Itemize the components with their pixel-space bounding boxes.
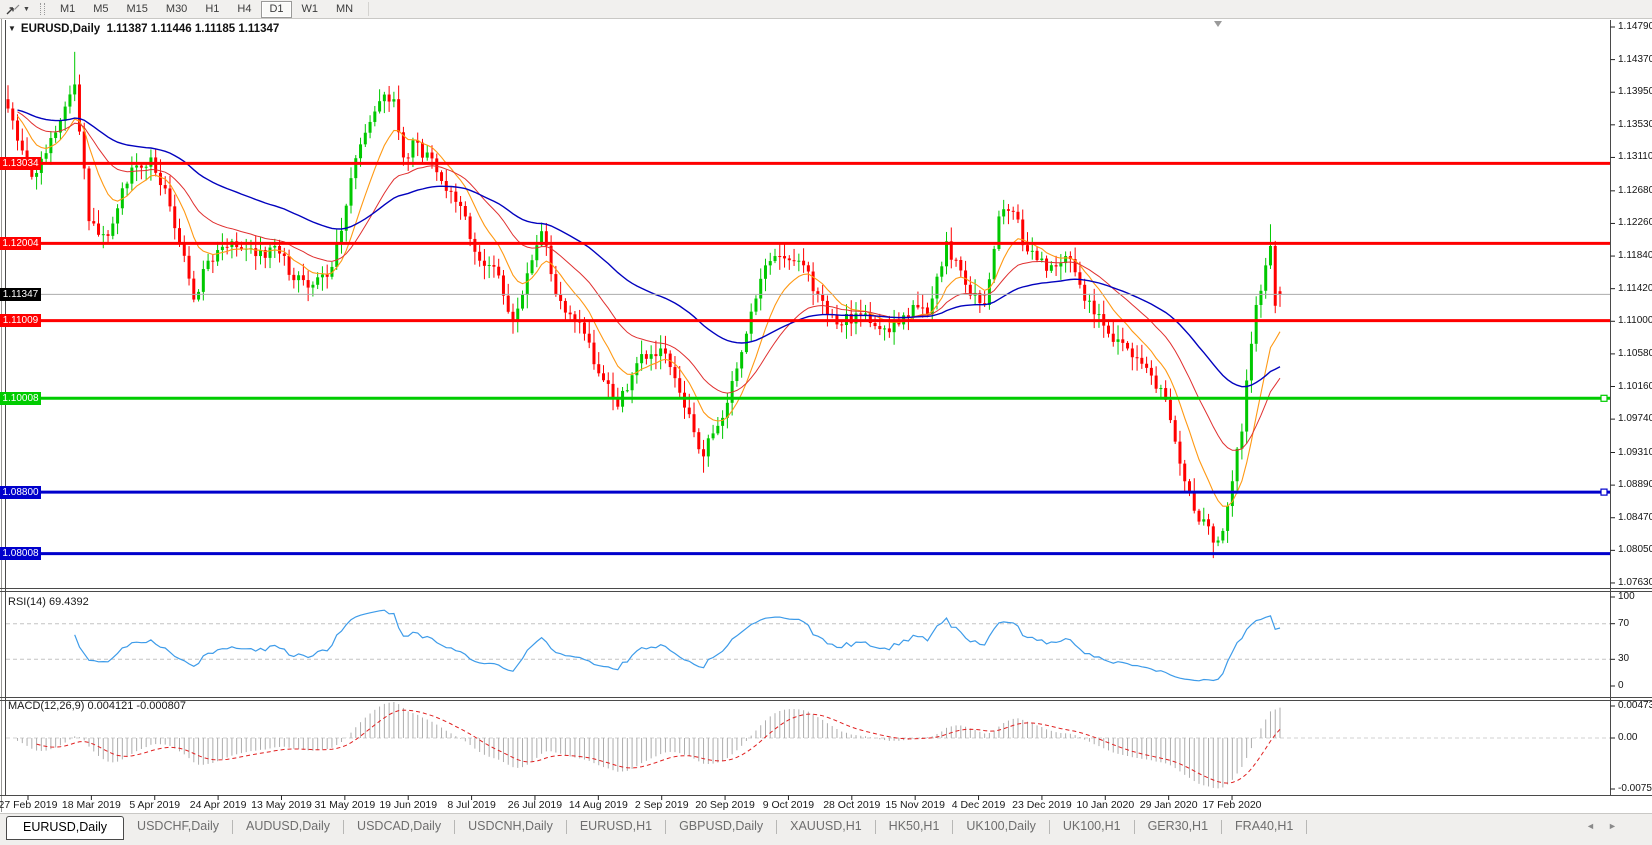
ma-line-1 — [17, 115, 1281, 507]
timeframe-button-mn[interactable]: MN — [328, 1, 361, 18]
tab-scroll-left-icon[interactable]: ◄ — [1586, 821, 1595, 831]
tab-uk100-h1[interactable]: UK100,H1 — [1050, 816, 1134, 837]
trading-terminal-window: { "toolbar": { "dropdown_icon": "▼", "ti… — [0, 0, 1652, 845]
timeframe-button-h4[interactable]: H4 — [229, 1, 259, 18]
horizontal-level-lines[interactable] — [6, 161, 1610, 556]
chart-shift[interactable] — [1214, 21, 1222, 27]
tab-xauusd-h1[interactable]: XAUUSD,H1 — [777, 816, 875, 837]
pane-borders — [0, 18, 1652, 812]
chart-shift-marker[interactable] — [1214, 21, 1222, 27]
candlesticks — [6, 51, 1282, 559]
tab-fra40-h1[interactable]: FRA40,H1 — [1222, 816, 1306, 837]
tab-hk50-h1[interactable]: HK50,H1 — [876, 816, 953, 837]
tab-uk100-daily[interactable]: UK100,Daily — [953, 816, 1048, 837]
tab-audusd-daily[interactable]: AUDUSD,Daily — [233, 816, 343, 837]
tabs-holder: EURUSD,Daily USDCHF,Daily AUDUSD,Daily USDC… — [0, 814, 1308, 840]
y-axis-ticks — [1610, 26, 1615, 790]
timeframe-button-m30[interactable]: M30 — [158, 1, 195, 18]
hline-handle[interactable] — [1600, 488, 1608, 496]
toolbar-grip[interactable] — [39, 3, 45, 15]
tab-gbpusd-daily[interactable]: GBPUSD,Daily — [666, 816, 776, 837]
timeframe-button-h1[interactable]: H1 — [197, 1, 227, 18]
x-axis-ticks — [27, 795, 1233, 800]
timeframe-button-w1[interactable]: W1 — [294, 1, 327, 18]
ma-line-3 — [17, 109, 1281, 388]
timeframe-button-m15[interactable]: M15 — [119, 1, 156, 18]
chart-canvas — [0, 18, 1652, 812]
tab-usdcnh-daily[interactable]: USDCNH,Daily — [455, 816, 566, 837]
tab-separator — [1306, 820, 1308, 834]
macd-signal-line — [36, 709, 1281, 784]
rsi-line — [74, 609, 1281, 682]
tab-scroll-right-icon[interactable]: ► — [1608, 821, 1617, 831]
tab-usdchf-daily[interactable]: USDCHF,Daily — [124, 816, 232, 837]
chevron-down-icon[interactable]: ▼ — [23, 6, 30, 13]
tab-eurusd-h1[interactable]: EURUSD,H1 — [567, 816, 665, 837]
timeframe-button-d1[interactable]: D1 — [261, 0, 292, 18]
tab-ger30-h1[interactable]: GER30,H1 — [1135, 816, 1221, 837]
timeframe-toolbar: ▼ M1 M5 M15 M30 H1 H4 D1 W1 MN — [0, 0, 1652, 19]
tab-usdcad-daily[interactable]: USDCAD,Daily — [344, 816, 454, 837]
hline-handle[interactable] — [1600, 394, 1608, 402]
timeframe-buttons: M1 M5 M15 M30 H1 H4 D1 W1 MN — [51, 0, 362, 18]
timeframe-button-m1[interactable]: M1 — [52, 1, 83, 18]
tab-eurusd-daily[interactable]: EURUSD,Daily — [6, 816, 125, 840]
timeframe-button-m5[interactable]: M5 — [85, 1, 116, 18]
symbol-tab-bar: EURUSD,Daily USDCHF,Daily AUDUSD,Daily USDC… — [0, 813, 1652, 845]
chart-mode-icon[interactable] — [4, 2, 22, 16]
macd-histogram — [17, 702, 1281, 789]
rsi-level-lines — [6, 623, 1610, 660]
toolbar-separator — [368, 2, 370, 16]
